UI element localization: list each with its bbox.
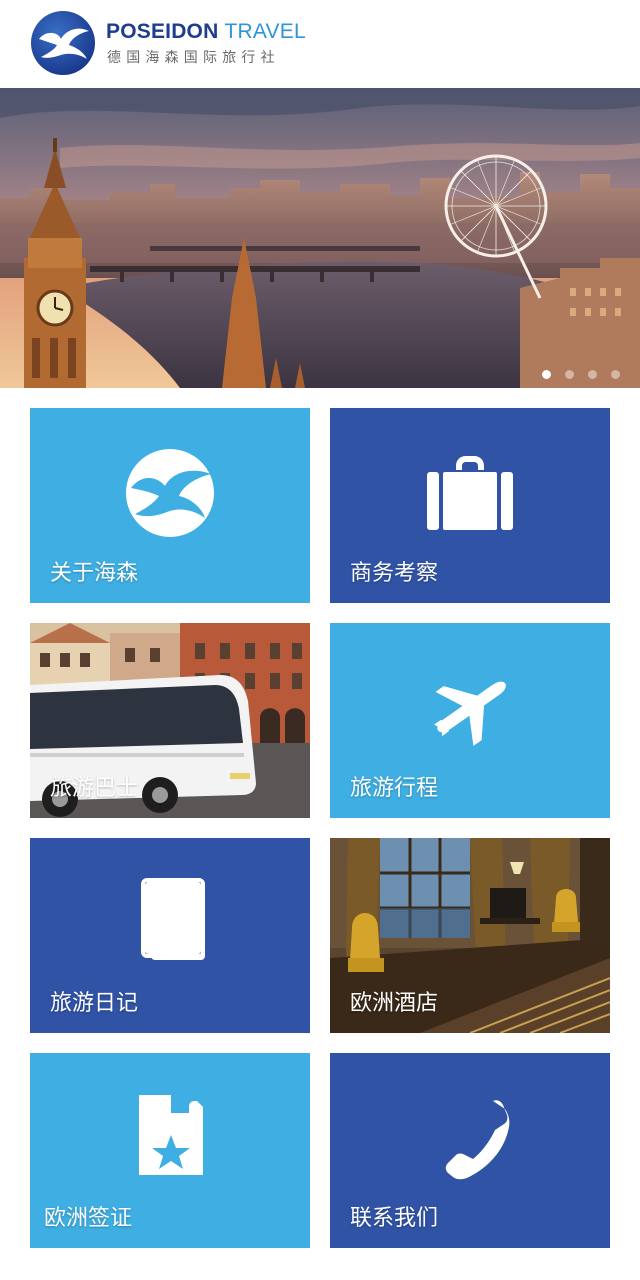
brand-title: POSEIDON TRAVEL	[106, 20, 306, 44]
poseidon-logo-icon	[126, 449, 214, 537]
tile-itinerary[interactable]: 旅游行程	[330, 623, 610, 818]
hero-banner[interactable]	[0, 88, 640, 388]
tile-diary[interactable]: 旅游日记	[30, 838, 310, 1033]
tile-hotel[interactable]: 欧洲酒店	[330, 838, 610, 1033]
phone-icon	[445, 1100, 510, 1180]
tile-bus[interactable]: 旅游巴士	[30, 623, 310, 818]
tile-label: 联系我们	[350, 1206, 439, 1231]
brand-subtitle: 德国海森国际旅行社	[107, 50, 280, 66]
airplane-icon	[434, 681, 506, 746]
carousel-dots	[542, 370, 620, 379]
tile-label: 旅游巴士	[50, 776, 139, 801]
tile-visa[interactable]: 欧洲签证	[30, 1053, 310, 1248]
london-banner-image	[0, 88, 640, 388]
visa-document-star-icon	[139, 1095, 203, 1175]
tile-label: 旅游行程	[350, 776, 439, 801]
carousel-dot-3[interactable]	[588, 370, 597, 379]
tile-label: 旅游日记	[50, 991, 139, 1016]
carousel-dot-4[interactable]	[611, 370, 620, 379]
tile-business[interactable]: 商务考察	[330, 408, 610, 603]
tile-label: 欧洲酒店	[350, 991, 439, 1016]
header: POSEIDON TRAVEL 德国海森国际旅行社	[0, 0, 640, 88]
tile-label: 商务考察	[350, 561, 439, 586]
poseidon-logo-icon[interactable]	[31, 11, 95, 75]
book-icon	[141, 878, 205, 960]
carousel-dot-2[interactable]	[565, 370, 574, 379]
tile-label: 关于海森	[50, 561, 139, 586]
tile-label: 欧洲签证	[44, 1206, 133, 1231]
carousel-dot-1[interactable]	[542, 370, 551, 379]
tile-contact[interactable]: 联系我们	[330, 1053, 610, 1248]
brand-main: POSEIDON	[106, 20, 219, 43]
tile-about[interactable]: 关于海森	[30, 408, 310, 603]
suitcase-icon	[427, 456, 513, 530]
brand-second: TRAVEL	[224, 20, 306, 43]
